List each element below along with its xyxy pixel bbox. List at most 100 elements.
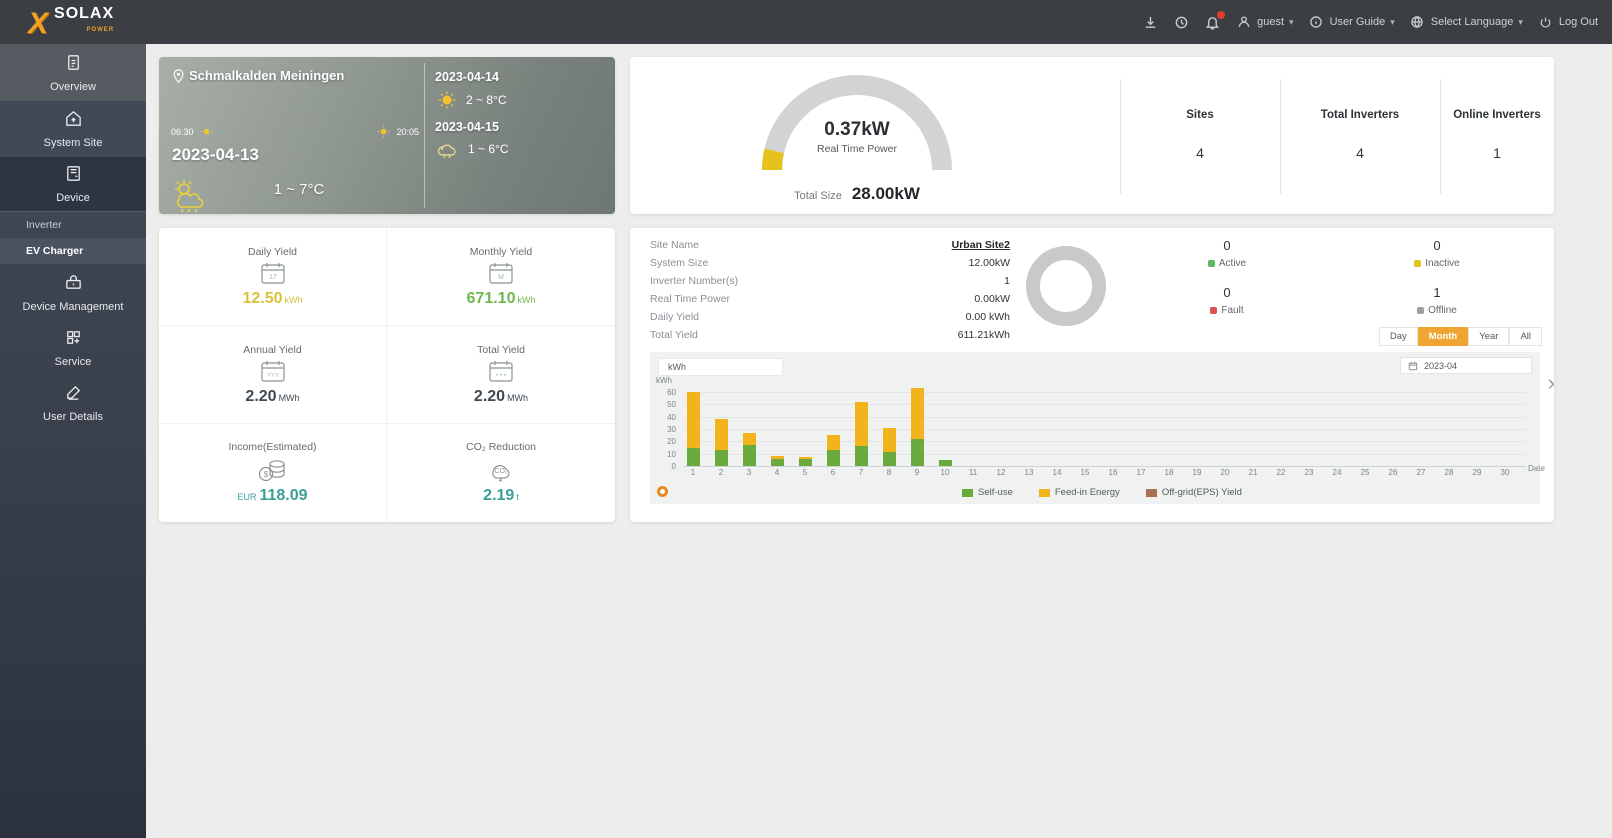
tab-year[interactable]: Year	[1468, 327, 1510, 346]
sidebar-item-user-details[interactable]: User Details	[0, 375, 146, 430]
bar-feed-in-energy-day7[interactable]	[855, 402, 868, 447]
x-axis-line	[684, 466, 1526, 467]
logo-text: SOLAX POWER	[54, 6, 114, 37]
status-label: Active	[1207, 258, 1246, 269]
sidebar-item-label: Service	[54, 355, 92, 368]
weather-location: Schmalkalden Meiningen	[173, 68, 344, 83]
x-tick-label: 12	[996, 468, 1006, 477]
legend-item-self-use[interactable]: Self-use	[962, 487, 1013, 498]
solax-logo[interactable]: X SOLAX POWER	[28, 6, 114, 39]
service-icon	[64, 328, 83, 350]
date-picker[interactable]: 2023-04	[1400, 357, 1532, 374]
device-icon	[64, 164, 83, 186]
bar-self-use-day6[interactable]	[827, 450, 840, 466]
y-axis-unit: kWh	[656, 376, 672, 385]
total-size: Total Size 28.00kW	[737, 184, 977, 204]
bar-feed-in-energy-day5[interactable]	[799, 457, 812, 459]
yield-value: 12.50 kWh	[242, 289, 303, 307]
notification-bell-icon[interactable]	[1204, 10, 1226, 31]
y-tick-label: 10	[667, 449, 676, 459]
location-pin-icon	[173, 68, 184, 83]
legend-item-off-grid-eps-yield[interactable]: Off-grid(EPS) Yield	[1145, 487, 1242, 498]
yield-value: 2.20 MWh	[245, 387, 300, 405]
sidebar-item-overview[interactable]: Overview	[0, 44, 146, 101]
detail-row: Total Yield 611.21kWh	[650, 326, 1010, 344]
logout-button[interactable]: Log Out	[1537, 14, 1598, 31]
x-tick-label: 4	[774, 468, 780, 477]
user-details-icon	[64, 383, 83, 405]
sidebar-item-service[interactable]: Service	[0, 320, 146, 375]
total-yield-cell: Total Yield • • • 2.20 MWh	[387, 326, 615, 424]
bar-self-use-day10[interactable]	[939, 459, 952, 466]
bar-self-use-day9[interactable]	[911, 438, 924, 466]
x-tick-label: 30	[1500, 468, 1510, 477]
x-tick-label: 3	[746, 468, 752, 477]
download-icon[interactable]	[1142, 14, 1159, 31]
detail-value: 1	[1004, 275, 1010, 287]
sidebar-item-system-site[interactable]: System Site	[0, 101, 146, 157]
bar-self-use-day7[interactable]	[855, 446, 868, 466]
legend-swatch-icon	[962, 488, 973, 497]
sidebar-item-label: Device	[56, 192, 90, 204]
user-menu[interactable]: guest ▾	[1235, 14, 1294, 31]
detail-value: 0.00 kWh	[965, 311, 1010, 323]
alarm-icon[interactable]	[1173, 14, 1190, 31]
status-inactive: 0 Inactive	[1352, 238, 1522, 272]
tab-day[interactable]: Day	[1378, 327, 1418, 346]
site-name-link[interactable]: Urban Site2	[952, 239, 1010, 251]
chevron-right-icon[interactable]: ›	[1548, 370, 1555, 396]
sidebar-item-device-management[interactable]: Device Management	[0, 266, 146, 320]
bar-self-use-day2[interactable]	[715, 450, 728, 466]
sidebar-subitem-inverter[interactable]: Inverter	[0, 212, 146, 238]
bar-feed-in-energy-day1[interactable]	[687, 392, 700, 448]
tab-all[interactable]: All	[1509, 327, 1542, 346]
bar-self-use-day5[interactable]	[799, 458, 812, 466]
notification-badge	[1217, 10, 1226, 19]
svg-text:• • •: • • •	[496, 373, 506, 379]
carousel-indicator-dot[interactable]	[657, 486, 668, 497]
user-icon	[1235, 14, 1252, 31]
user-guide-menu[interactable]: User Guide ▾	[1308, 14, 1395, 31]
weather-card: Schmalkalden Meiningen 06:30 20:05 2023-…	[159, 57, 615, 214]
bar-self-use-day4[interactable]	[771, 458, 784, 466]
status-label: Offline	[1417, 305, 1457, 316]
status-label: Fault	[1210, 305, 1244, 316]
x-tick-label: 22	[1276, 468, 1286, 477]
sunset-icon	[378, 125, 390, 138]
y-tick-label: 60	[667, 388, 676, 398]
x-tick-label: 27	[1416, 468, 1426, 477]
bar-feed-in-energy-day2[interactable]	[715, 419, 728, 450]
globe-icon	[1409, 14, 1426, 31]
bar-feed-in-energy-day8[interactable]	[883, 427, 896, 453]
stat-label: Online Inverters	[1453, 109, 1541, 121]
sidebar-item-device[interactable]: Device	[0, 157, 146, 212]
bar-feed-in-energy-day9[interactable]	[911, 388, 924, 439]
tab-month[interactable]: Month	[1417, 327, 1469, 346]
detail-row: Real Time Power 0.00kW	[650, 290, 1010, 308]
y-tick-label: 40	[667, 412, 676, 422]
legend-swatch-icon	[1038, 488, 1050, 497]
yield-label: Annual Yield	[243, 343, 302, 356]
bar-feed-in-energy-day4[interactable]	[771, 456, 784, 459]
x-tick-label: 13	[1024, 468, 1034, 477]
legend-item-feed-in-energy[interactable]: Feed-in Energy	[1038, 487, 1120, 498]
legend-swatch-icon	[1145, 488, 1157, 497]
site-icon	[64, 109, 83, 131]
bar-self-use-day8[interactable]	[883, 452, 896, 466]
bar-self-use-day3[interactable]	[743, 445, 756, 466]
language-menu[interactable]: Select Language ▾	[1409, 14, 1523, 31]
chevron-down-icon: ▾	[1390, 16, 1395, 27]
yield-chart-panel: kWh 2023-04 kWh 0 10 20 30 40 50 60 Self-use Fe…	[650, 352, 1545, 504]
bar-feed-in-energy-day3[interactable]	[743, 432, 756, 446]
bar-self-use-day1[interactable]	[687, 447, 700, 466]
top-bar-actions: guest ▾ User Guide ▾ Select Language ▾ L…	[1142, 10, 1598, 31]
sidebar-subitem-ev-charger[interactable]: EV Charger	[0, 238, 146, 264]
bar-feed-in-energy-day6[interactable]	[827, 435, 840, 450]
period-toggle: Day Month Year All	[1378, 327, 1542, 346]
status-count: 1	[1433, 285, 1441, 300]
gridline	[684, 416, 1526, 418]
detail-value: 611.21kWh	[957, 329, 1010, 341]
x-tick-label: 8	[886, 468, 892, 477]
stat-online-inverters: Online Inverters 1	[1440, 57, 1554, 214]
unit-select-dropdown[interactable]: kWh	[658, 358, 783, 376]
